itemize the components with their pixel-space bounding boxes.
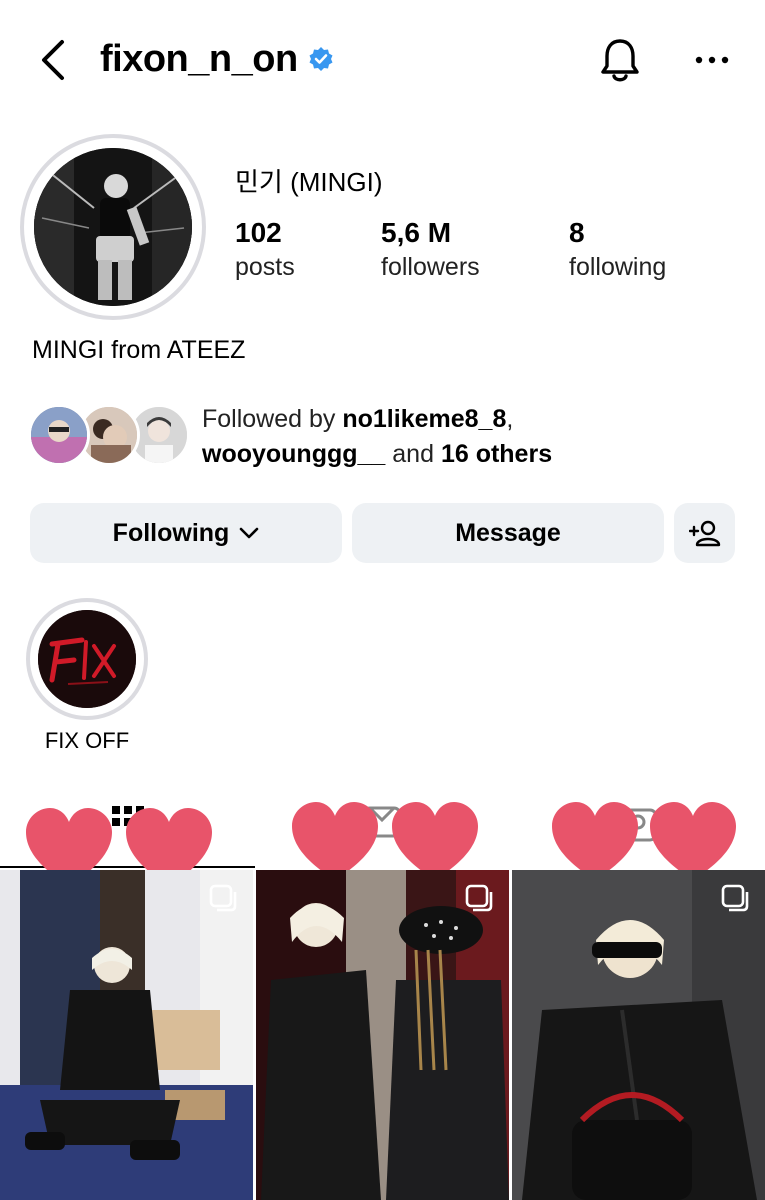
followers-stat[interactable]: 5,6 M followers xyxy=(381,216,480,284)
posts-count: 102 xyxy=(235,217,282,248)
followed-by-text[interactable]: Followed by no1likeme8_8, wooyounggg__ an… xyxy=(202,402,742,472)
top-bar: fixon_n_on xyxy=(0,0,765,120)
following-count: 8 xyxy=(569,217,585,248)
post-thumbnail[interactable] xyxy=(0,870,253,1200)
verified-badge-icon xyxy=(309,47,333,71)
followed-by-middle: and xyxy=(385,440,441,468)
multiple-posts-icon xyxy=(721,884,749,912)
username-title: fixon_n_on xyxy=(100,38,298,80)
multiple-posts-icon xyxy=(465,884,493,912)
mutual-avatar-1 xyxy=(28,404,90,466)
profile-photo xyxy=(34,148,192,306)
multiple-posts-icon xyxy=(209,884,237,912)
highlight-cover xyxy=(38,610,136,708)
profile-avatar[interactable] xyxy=(20,134,206,320)
followed-by-prefix: Followed by xyxy=(202,405,343,433)
highlight-fix-off[interactable] xyxy=(26,598,148,720)
add-user-button[interactable] xyxy=(674,503,735,563)
back-chevron-icon[interactable] xyxy=(36,38,72,82)
following-label: following xyxy=(569,253,667,281)
followers-label: followers xyxy=(381,253,480,281)
following-stat[interactable]: 8 following xyxy=(569,216,666,284)
followers-count: 5,6 M xyxy=(381,217,452,248)
more-options-icon[interactable] xyxy=(692,50,732,70)
following-button-label: Following xyxy=(112,518,230,547)
highlight-label: FIX OFF xyxy=(44,728,130,753)
post-thumbnail[interactable] xyxy=(512,870,765,1200)
following-button[interactable]: Following xyxy=(30,503,342,563)
message-button-label: Message xyxy=(455,518,561,547)
bio-text: MINGI from ATEEZ xyxy=(32,336,246,364)
add-person-icon xyxy=(688,520,720,547)
post-thumbnail[interactable] xyxy=(256,870,509,1200)
mutual-followers-avatars[interactable] xyxy=(28,404,190,468)
message-button[interactable]: Message xyxy=(352,503,664,563)
posts-label: posts xyxy=(235,253,295,281)
chevron-down-icon xyxy=(240,527,259,539)
mutual-others-count[interactable]: 16 others xyxy=(441,440,552,468)
posts-grid xyxy=(0,870,765,1200)
mutual-user-2[interactable]: wooyounggg__ xyxy=(202,440,385,468)
mutual-user-1[interactable]: no1likeme8_8 xyxy=(342,405,506,433)
full-name: 민기 (MINGI) xyxy=(235,167,383,197)
bell-icon[interactable] xyxy=(598,36,642,84)
posts-stat[interactable]: 102 posts xyxy=(235,216,295,284)
followed-by-separator: , xyxy=(506,405,514,433)
